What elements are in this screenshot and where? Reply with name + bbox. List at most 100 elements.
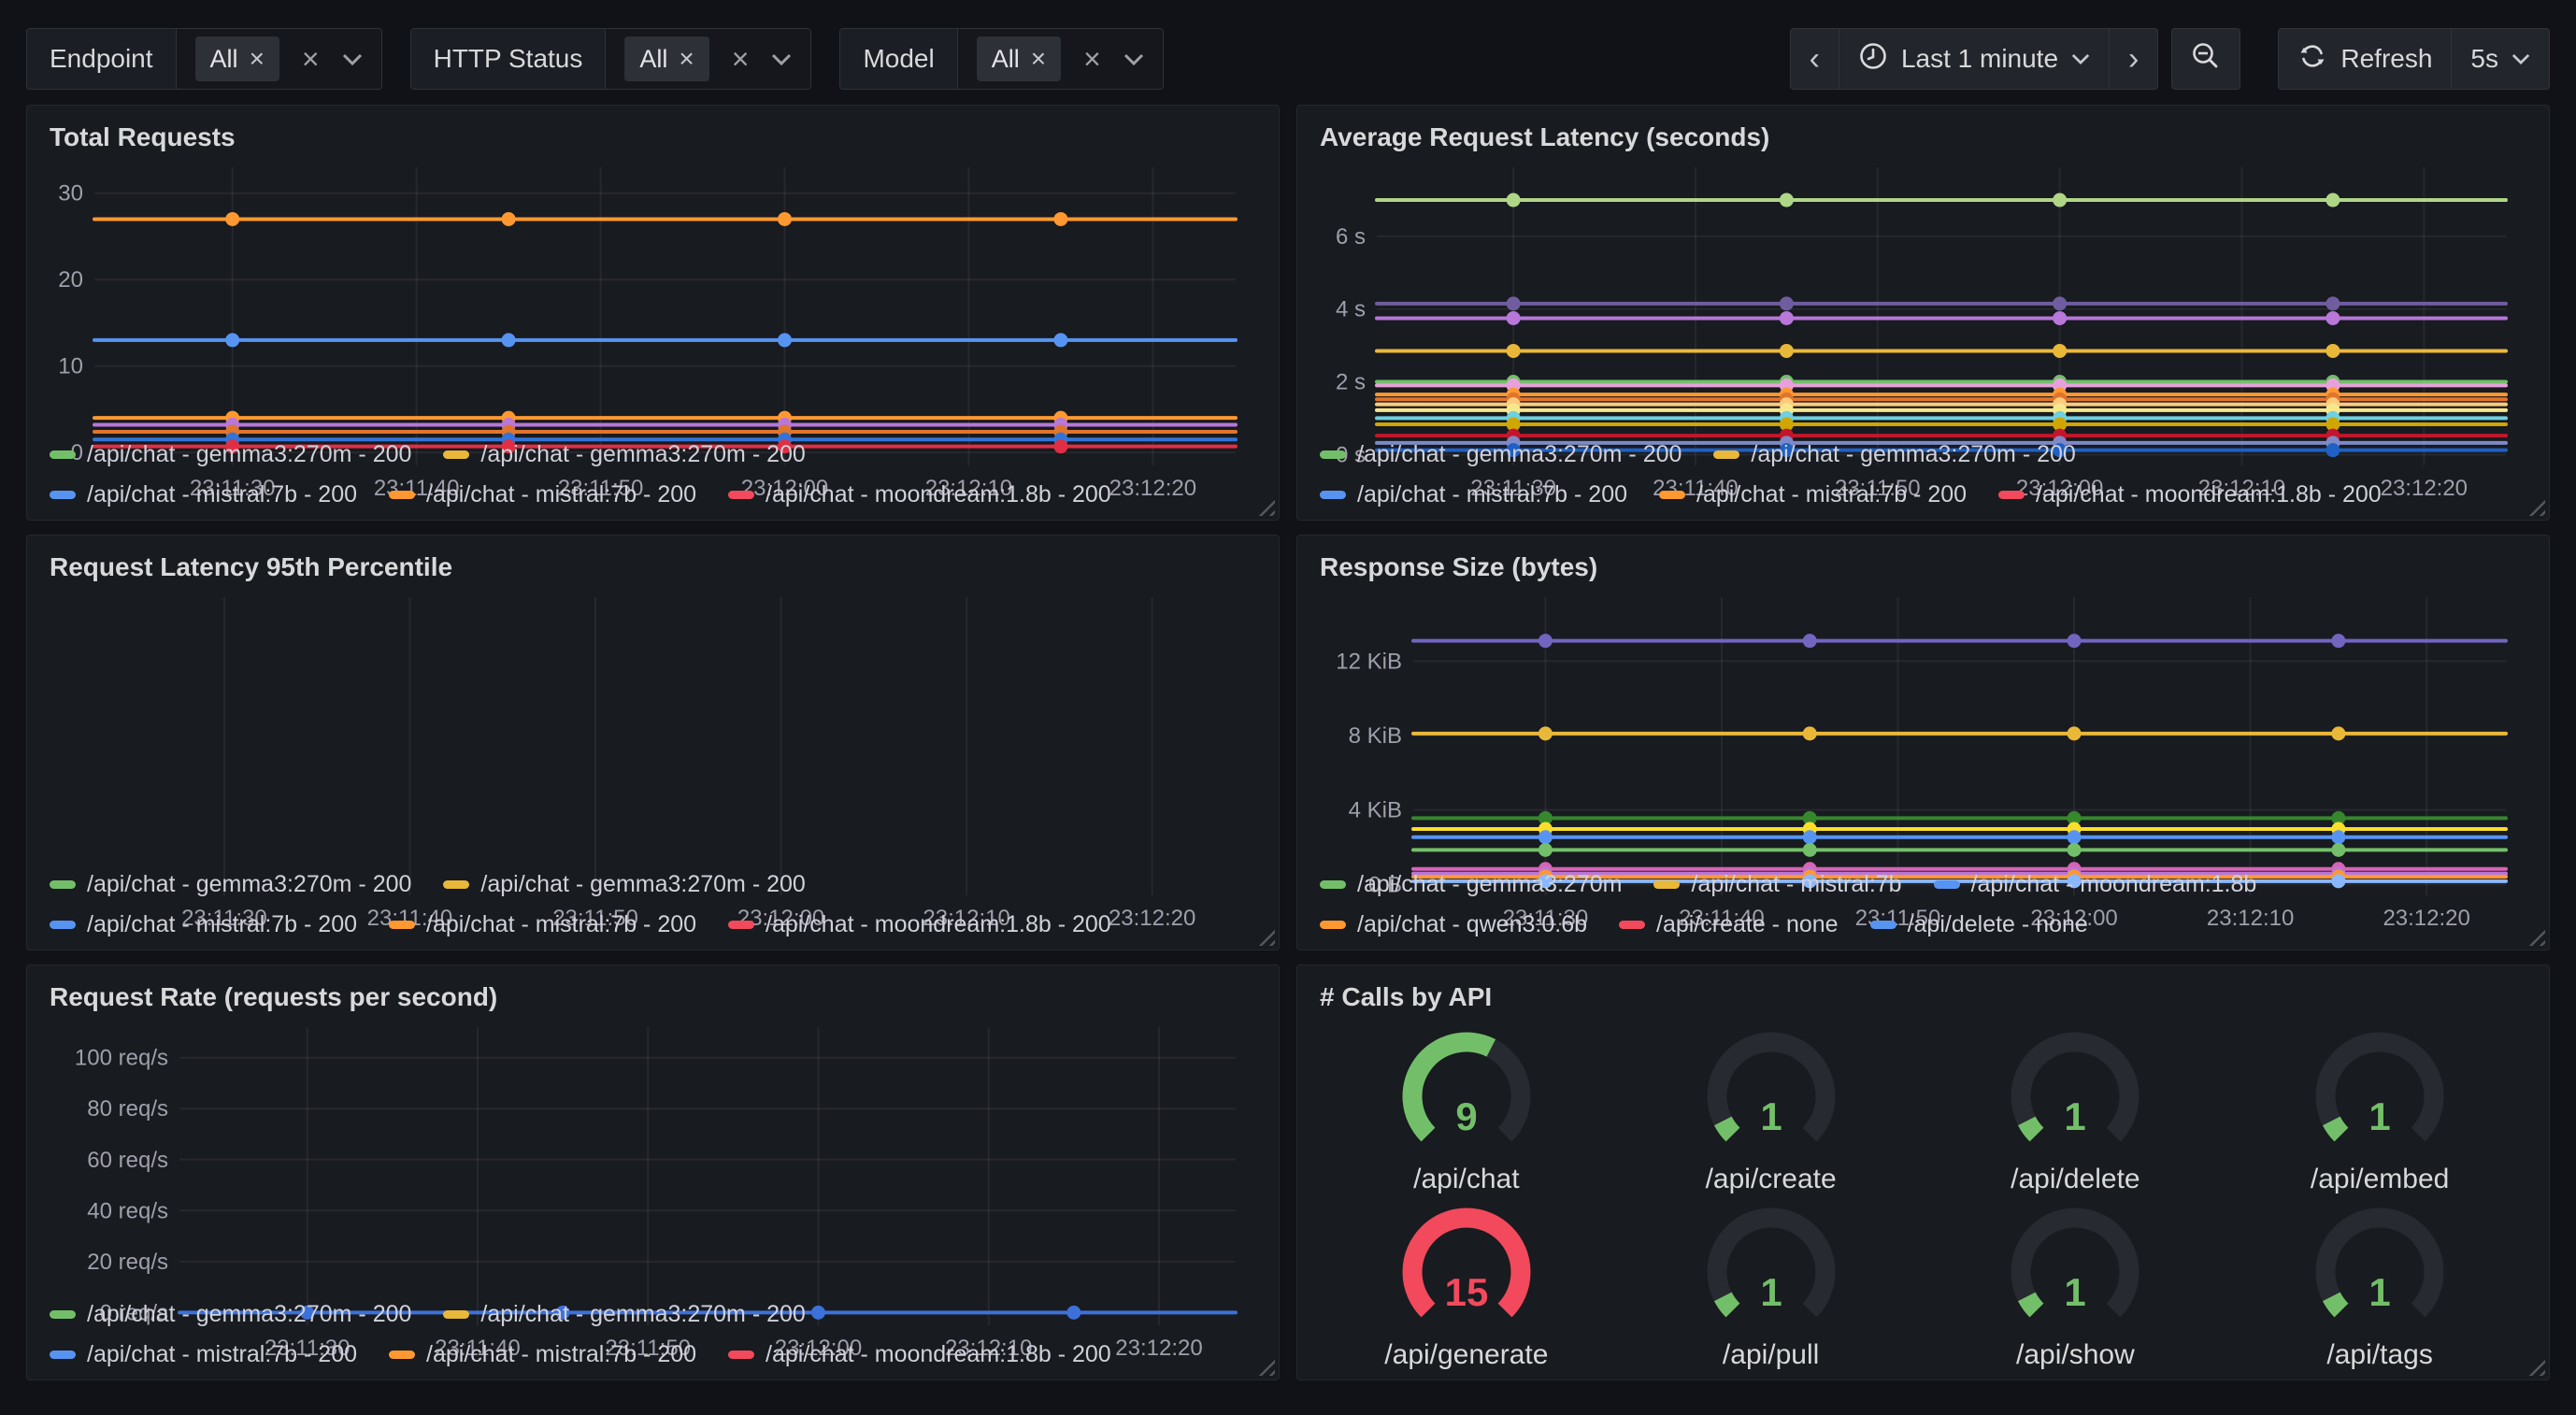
series-color-pill bbox=[1320, 880, 1346, 889]
legend-item[interactable]: /api/chat - gemma3:270m - 200 bbox=[50, 1301, 411, 1328]
legend-item-label: /api/chat - moondream:1.8b - 200 bbox=[766, 1341, 1111, 1368]
legend-item-label: /api/chat - gemma3:270m - 200 bbox=[87, 441, 411, 468]
chart-legend: /api/chat - gemma3:270m - 200/api/chat -… bbox=[1314, 422, 2532, 508]
panel-title[interactable]: # Calls by API bbox=[1314, 979, 2532, 1014]
clear-filter-icon[interactable]: × bbox=[1080, 42, 1105, 77]
series-color-pill bbox=[1320, 450, 1346, 459]
timeseries-chart[interactable]: 23:11:3023:11:4023:11:5023:12:0023:12:10… bbox=[1314, 154, 2532, 422]
refresh-button[interactable]: Refresh bbox=[2278, 28, 2452, 90]
chevron-down-icon[interactable] bbox=[342, 53, 363, 65]
svg-text:4 s: 4 s bbox=[1336, 297, 1366, 322]
legend-item[interactable]: /api/chat - mistral:7b - 200 bbox=[389, 911, 696, 938]
legend-item[interactable]: /api/chat - mistral:7b - 200 bbox=[1320, 481, 1627, 508]
legend-item[interactable]: /api/chat - moondream:1.8b - 200 bbox=[728, 481, 1111, 508]
series-color-pill bbox=[728, 921, 754, 929]
legend-item-label: /api/chat - moondream:1.8b - 200 bbox=[766, 481, 1111, 508]
legend-item[interactable]: /api/create - none bbox=[1619, 911, 1839, 938]
legend-row: /api/chat - gemma3:270m/api/chat - mistr… bbox=[1320, 871, 2532, 898]
filter-model-tag-text: All bbox=[992, 45, 1020, 74]
legend-item[interactable]: /api/chat - moondream:1.8b - 200 bbox=[1998, 481, 2382, 508]
legend-item[interactable]: /api/chat - gemma3:270m - 200 bbox=[50, 871, 411, 898]
gauge-value: 1 bbox=[2065, 1094, 2086, 1138]
series-color-pill bbox=[728, 1351, 754, 1359]
timeseries-chart[interactable]: 23:11:3023:11:4023:11:5023:12:0023:12:10… bbox=[44, 1014, 1262, 1282]
chevron-down-icon[interactable] bbox=[771, 53, 792, 65]
legend-item[interactable]: /api/chat - mistral:7b - 200 bbox=[50, 481, 357, 508]
legend-item-label: /api/chat - mistral:7b - 200 bbox=[87, 911, 357, 938]
legend-item[interactable]: /api/chat - gemma3:270m - 200 bbox=[443, 1301, 805, 1328]
series-color-pill bbox=[389, 1351, 415, 1359]
chart-legend: /api/chat - gemma3:270m - 200/api/chat -… bbox=[44, 852, 1262, 938]
panel-calls-by-api: # Calls by API 9/api/chat1/api/create1/a… bbox=[1296, 965, 2550, 1380]
legend-item[interactable]: /api/chat - mistral:7b - 200 bbox=[389, 1341, 696, 1368]
legend-item-label: /api/chat - gemma3:270m - 200 bbox=[1357, 441, 1682, 468]
remove-tag-icon[interactable]: × bbox=[679, 44, 694, 74]
clear-filter-icon[interactable]: × bbox=[298, 42, 323, 77]
series-color-pill bbox=[389, 921, 415, 929]
filter-http-status-tag[interactable]: All× bbox=[624, 36, 708, 81]
legend-item[interactable]: /api/chat - moondream:1.8b - 200 bbox=[728, 911, 1111, 938]
panel-request-rate: Request Rate (requests per second) 23:11… bbox=[26, 965, 1280, 1380]
legend-item-label: /api/chat - mistral:7b - 200 bbox=[87, 481, 357, 508]
legend-item[interactable]: /api/chat - mistral:7b bbox=[1653, 871, 1901, 898]
legend-item-label: /api/delete - none bbox=[1908, 911, 2088, 938]
legend-item[interactable]: /api/chat - gemma3:270m - 200 bbox=[443, 441, 805, 468]
panel-title[interactable]: Response Size (bytes) bbox=[1314, 549, 2532, 584]
filter-http-status-value[interactable]: All× × bbox=[606, 29, 810, 89]
legend-item[interactable]: /api/chat - mistral:7b - 200 bbox=[50, 911, 357, 938]
timeseries-chart[interactable]: 23:11:3023:11:4023:11:5023:12:0023:12:10… bbox=[1314, 584, 2532, 852]
time-shift-forward-button[interactable]: › bbox=[2109, 28, 2158, 90]
gauge-label: /api/generate bbox=[1384, 1339, 1548, 1371]
gauge-arc: 9 bbox=[1378, 1020, 1555, 1162]
gauge-api-tags: 1/api/tags bbox=[2291, 1195, 2469, 1371]
legend-item[interactable]: /api/chat - gemma3:270m - 200 bbox=[50, 441, 411, 468]
chart-legend: /api/chat - gemma3:270m - 200/api/chat -… bbox=[44, 1282, 1262, 1368]
series-color-pill bbox=[1659, 491, 1685, 499]
legend-item-label: /api/chat - gemma3:270m - 200 bbox=[87, 1301, 411, 1328]
series-color-pill bbox=[728, 491, 754, 499]
gauge-api-show: 1/api/show bbox=[1986, 1195, 2164, 1371]
zoom-out-time-button[interactable] bbox=[2171, 28, 2240, 90]
panel-title[interactable]: Request Rate (requests per second) bbox=[44, 979, 1262, 1014]
panel-title[interactable]: Average Request Latency (seconds) bbox=[1314, 119, 2532, 154]
clear-filter-icon[interactable]: × bbox=[728, 42, 753, 77]
refresh-interval-button[interactable]: 5s bbox=[2451, 28, 2550, 90]
remove-tag-icon[interactable]: × bbox=[1031, 44, 1046, 74]
panel-title[interactable]: Total Requests bbox=[44, 119, 1262, 154]
time-shift-back-button[interactable]: ‹ bbox=[1790, 28, 1839, 90]
legend-item[interactable]: /api/chat - moondream:1.8b - 200 bbox=[728, 1341, 1111, 1368]
legend-item[interactable]: /api/chat - mistral:7b - 200 bbox=[389, 481, 696, 508]
gauge-arc: 1 bbox=[1682, 1195, 1860, 1337]
legend-item-label: /api/chat - mistral:7b - 200 bbox=[426, 1341, 696, 1368]
gauge-api-create: 1/api/create bbox=[1682, 1020, 1860, 1195]
legend-item[interactable]: /api/chat - mistral:7b - 200 bbox=[1659, 481, 1967, 508]
gauge-value: 1 bbox=[1760, 1094, 1782, 1138]
legend-item[interactable]: /api/chat - gemma3:270m - 200 bbox=[1713, 441, 2075, 468]
chevron-down-icon[interactable] bbox=[1123, 53, 1144, 65]
timeseries-chart[interactable]: 23:11:3023:11:4023:11:5023:12:0023:12:10… bbox=[44, 584, 1262, 852]
legend-item[interactable]: /api/chat - qwen3:0.6b bbox=[1320, 911, 1587, 938]
dashboard-grid: Total Requests 23:11:3023:11:4023:11:502… bbox=[26, 105, 2550, 1380]
legend-item[interactable]: /api/chat - moondream:1.8b bbox=[1934, 871, 2257, 898]
time-range-picker-button[interactable]: Last 1 minute bbox=[1839, 28, 2110, 90]
legend-row: /api/chat - gemma3:270m - 200/api/chat -… bbox=[50, 871, 1262, 898]
filter-endpoint-value[interactable]: All× × bbox=[177, 29, 381, 89]
legend-item[interactable]: /api/delete - none bbox=[1870, 911, 2088, 938]
legend-item[interactable]: /api/chat - mistral:7b - 200 bbox=[50, 1341, 357, 1368]
series-color-pill bbox=[1713, 450, 1739, 459]
legend-item-label: /api/chat - moondream:1.8b - 200 bbox=[2036, 481, 2382, 508]
panel-title[interactable]: Request Latency 95th Percentile bbox=[44, 549, 1262, 584]
legend-item[interactable]: /api/chat - gemma3:270m bbox=[1320, 871, 1622, 898]
legend-item[interactable]: /api/chat - gemma3:270m - 200 bbox=[443, 871, 805, 898]
gauge-value: 1 bbox=[2368, 1094, 2390, 1138]
filter-model-value[interactable]: All × × bbox=[958, 29, 1163, 89]
series-color-pill bbox=[389, 491, 415, 499]
gauge-value: 1 bbox=[2065, 1270, 2086, 1314]
timeseries-chart[interactable]: 23:11:3023:11:4023:11:5023:12:0023:12:10… bbox=[44, 154, 1262, 422]
filter-endpoint-tag[interactable]: All× bbox=[195, 36, 279, 81]
filter-model-tag[interactable]: All × bbox=[977, 36, 1061, 81]
remove-tag-icon[interactable]: × bbox=[250, 44, 265, 74]
gauge-arc: 1 bbox=[1986, 1020, 2164, 1162]
legend-item[interactable]: /api/chat - gemma3:270m - 200 bbox=[1320, 441, 1682, 468]
series-color-pill bbox=[443, 1310, 469, 1319]
